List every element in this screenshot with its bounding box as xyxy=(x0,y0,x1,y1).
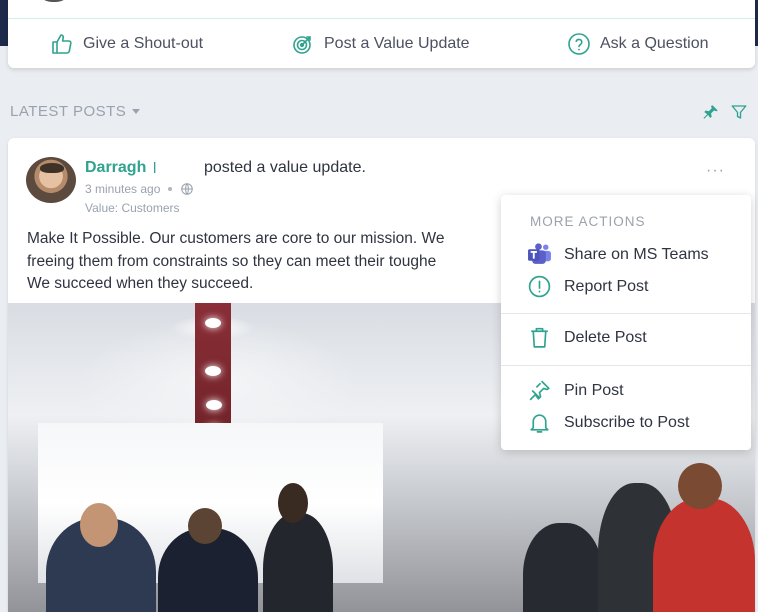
menu-divider xyxy=(501,365,751,366)
meta-separator-dot xyxy=(168,187,173,191)
target-icon xyxy=(293,36,311,54)
latest-posts-label: LATEST POSTS xyxy=(10,103,127,120)
menu-divider xyxy=(501,313,751,314)
latest-posts-dropdown[interactable]: LATEST POSTS xyxy=(10,103,141,120)
pin-icon xyxy=(529,380,550,401)
ask-question-label: Ask a Question xyxy=(600,35,709,52)
post-action-text: posted a value update. xyxy=(204,159,366,176)
delete-post-label: Delete Post xyxy=(564,328,647,346)
globe-icon xyxy=(181,183,194,195)
bell-icon xyxy=(530,414,549,433)
post-author-link[interactable]: Darragh xyxy=(85,159,146,177)
menu-heading: MORE ACTIONS xyxy=(530,214,646,229)
give-shout-out-button[interactable]: Give a Shout-out xyxy=(50,32,203,56)
composer-action-row: Give a Shout-out Post a Value Update Ask… xyxy=(8,20,755,68)
pin-post-menu-item[interactable]: Pin Post xyxy=(527,378,624,403)
post-value-update-button[interactable]: Post a Value Update xyxy=(291,32,470,56)
composer-card: Give a Shout-out Post a Value Update Ask… xyxy=(8,0,755,68)
share-ms-teams-label: Share on MS Teams xyxy=(564,245,709,263)
post-meta: 3 minutes ago xyxy=(85,182,194,196)
filter-icon[interactable] xyxy=(730,103,748,121)
subscribe-post-label: Subscribe to Post xyxy=(564,413,690,431)
share-ms-teams-menu-item[interactable]: Share on MS Teams xyxy=(527,242,709,267)
composer-input-strip[interactable] xyxy=(8,0,755,19)
feed-header: LATEST POSTS xyxy=(10,100,750,124)
post-timestamp[interactable]: 3 minutes ago xyxy=(85,182,160,196)
give-shout-out-label: Give a Shout-out xyxy=(83,35,204,52)
chevron-down-icon xyxy=(132,109,141,114)
pin-filter-icon[interactable] xyxy=(702,103,720,121)
pin-post-label: Pin Post xyxy=(564,381,624,399)
post-value-tag: Value: Customers xyxy=(85,201,180,215)
trash-icon xyxy=(531,327,548,348)
author-separator: l xyxy=(153,160,157,177)
ms-teams-icon xyxy=(528,243,551,264)
composer-avatar xyxy=(36,0,72,2)
alert-circle-icon xyxy=(528,275,551,298)
more-actions-menu: MORE ACTIONS Share on MS Teams Report Po… xyxy=(501,195,751,450)
question-circle-icon xyxy=(568,33,590,55)
subscribe-post-menu-item[interactable]: Subscribe to Post xyxy=(527,410,689,435)
thumbs-up-icon xyxy=(52,34,72,54)
post-value-update-label: Post a Value Update xyxy=(324,35,470,52)
avatar[interactable] xyxy=(26,157,76,203)
report-post-menu-item[interactable]: Report Post xyxy=(527,274,648,299)
more-actions-button[interactable]: ··· xyxy=(706,162,725,180)
delete-post-menu-item[interactable]: Delete Post xyxy=(527,325,647,350)
ask-question-button[interactable]: Ask a Question xyxy=(567,32,709,56)
report-post-label: Report Post xyxy=(564,277,649,295)
